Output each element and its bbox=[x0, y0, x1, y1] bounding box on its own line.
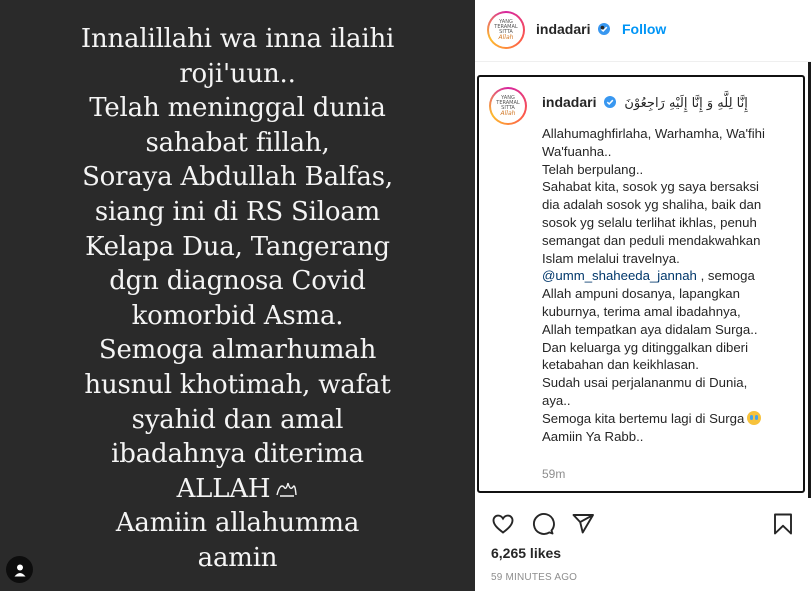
post-image[interactable]: Innalillahi wa inna ilaihi roji'uun.. Te… bbox=[0, 0, 475, 591]
post-sidebar: YANG TERAMAL SITTA Allah indadari • Foll… bbox=[475, 0, 811, 591]
caption-line: Allahumaghfirlaha, Warhamha, Wa'fihi bbox=[542, 126, 765, 141]
bookmark-icon[interactable] bbox=[771, 512, 795, 536]
caption-line: Islam melalui travelnya. bbox=[542, 250, 680, 266]
caption-line: Dan keluarga yg ditinggalkan diberi bbox=[542, 339, 749, 355]
image-text-line: siang ini di RS Siloam bbox=[94, 196, 381, 227]
image-text-line: roji'uun.. bbox=[179, 58, 296, 89]
share-icon[interactable] bbox=[571, 512, 595, 536]
avatar-logo: YANG TERAMAL SITTA Allah bbox=[489, 13, 523, 47]
caption-line: Allah ampuni dosanya, lapangkan bbox=[542, 286, 740, 302]
image-text-line-allah: ALLAH bbox=[0, 472, 475, 507]
caption-author-line: indadari إِنَّا لِلَّهِ وَ إِنَّا إِلَيْ… bbox=[542, 94, 748, 112]
image-text-line: Telah meninggal dunia bbox=[89, 93, 386, 124]
caption-line: Wa'fuanha.. bbox=[542, 143, 612, 159]
caption-arabic-text: إِنَّا لِلَّهِ وَ إِنَّا إِلَيْهِ رَاجِع… bbox=[624, 96, 748, 111]
image-text-line: Soraya Abdullah Balfas, bbox=[82, 162, 393, 193]
separator-dot: • bbox=[600, 19, 605, 35]
mention-link[interactable]: @umm_shaheeda_jannah bbox=[542, 268, 697, 283]
allah-word: ALLAH bbox=[176, 473, 271, 504]
caption-line: Sahabat kita, sosok yg saya bersaksi bbox=[542, 179, 759, 195]
caption-author-avatar[interactable]: YANG TERAMAL SITTA Allah bbox=[489, 87, 527, 125]
avatar-logo: YANG TERAMAL SITTA Allah bbox=[491, 89, 525, 123]
verified-badge-icon bbox=[603, 96, 616, 108]
caption-line: ketabahan dan keikhlasan. bbox=[542, 357, 699, 373]
caption-line: Telah berpulang.. bbox=[542, 161, 644, 177]
image-text-line: komorbid Asma. bbox=[131, 300, 344, 331]
post-timestamp[interactable]: 59 MINUTES AGO bbox=[491, 572, 577, 583]
avatar-logo-text: Allah bbox=[498, 34, 514, 41]
jalla-jalaluhu-glyph-icon bbox=[276, 482, 298, 497]
image-text-line: dgn diagnosa Covid bbox=[109, 266, 366, 297]
image-text-line: aamin bbox=[197, 542, 278, 573]
crying-face-emoji-icon bbox=[747, 410, 762, 425]
image-text-line: Aamiin allahumma bbox=[115, 508, 360, 539]
image-text-line: husnul khotimah, wafat bbox=[84, 369, 391, 400]
image-text-line: Innalillahi wa inna ilaihi bbox=[80, 24, 395, 54]
follow-button[interactable]: Follow bbox=[622, 21, 666, 37]
caption-time[interactable]: 59m bbox=[542, 467, 565, 481]
image-text-line: syahid dan amal bbox=[131, 404, 344, 435]
image-text-line: Semoga almarhumah bbox=[98, 335, 377, 366]
image-text-line: ibadahnya diterima bbox=[111, 439, 364, 470]
caption-line: Aamiin Ya Rabb.. bbox=[542, 428, 644, 444]
caption-username-link[interactable]: indadari bbox=[542, 94, 596, 110]
image-text-line: Kelapa Dua, Tangerang bbox=[85, 231, 390, 262]
author-username-link[interactable]: indadari bbox=[536, 21, 590, 37]
tagged-users-button[interactable] bbox=[6, 556, 33, 583]
caption-line: Sudah usai perjalananmu di Dunia, bbox=[542, 375, 748, 391]
caption-line: kuburnya, terima amal ibadahnya, bbox=[542, 303, 741, 319]
author-name: indadari bbox=[536, 21, 610, 39]
caption-line: aya.. bbox=[542, 392, 571, 408]
caption-line: Allah tempatkan aya didalam Surga.. bbox=[542, 321, 758, 337]
caption-line: semangat dan peduli mendakwahkan bbox=[542, 232, 761, 248]
caption-line: , semoga bbox=[696, 268, 755, 284]
caption-line: dia adalah sosok yg shaliha, baik dan bbox=[542, 197, 762, 213]
heart-icon[interactable] bbox=[491, 512, 515, 536]
caption-comment: YANG TERAMAL SITTA Allah indadari إِنَّا… bbox=[477, 75, 805, 493]
comment-icon[interactable] bbox=[531, 512, 555, 536]
author-avatar[interactable]: YANG TERAMAL SITTA Allah bbox=[487, 11, 525, 49]
post-image-text: Innalillahi wa inna ilaihi roji'uun.. Te… bbox=[0, 22, 475, 576]
caption-line: Semoga kita bertemu lagi di Surga bbox=[542, 410, 745, 426]
post-actions bbox=[475, 508, 811, 538]
caption-line: sosok yg selalu terlihat ikhlas, penuh bbox=[542, 214, 757, 230]
likes-count[interactable]: 6,265 likes bbox=[491, 545, 561, 561]
caption-line-emoji: Semoga kita bertemu lagi di Surga bbox=[542, 410, 802, 428]
caption-text: Allahumaghfirlaha, Warhamha, Wa'fihi Wa'… bbox=[542, 125, 802, 445]
user-icon bbox=[14, 564, 25, 576]
image-text-line: sahabat fillah, bbox=[145, 127, 330, 158]
post-header: YANG TERAMAL SITTA Allah indadari • Foll… bbox=[475, 0, 811, 62]
avatar-logo-text: Allah bbox=[500, 110, 516, 117]
caption-mention-line: @umm_shaheeda_jannah , semoga bbox=[542, 267, 802, 285]
